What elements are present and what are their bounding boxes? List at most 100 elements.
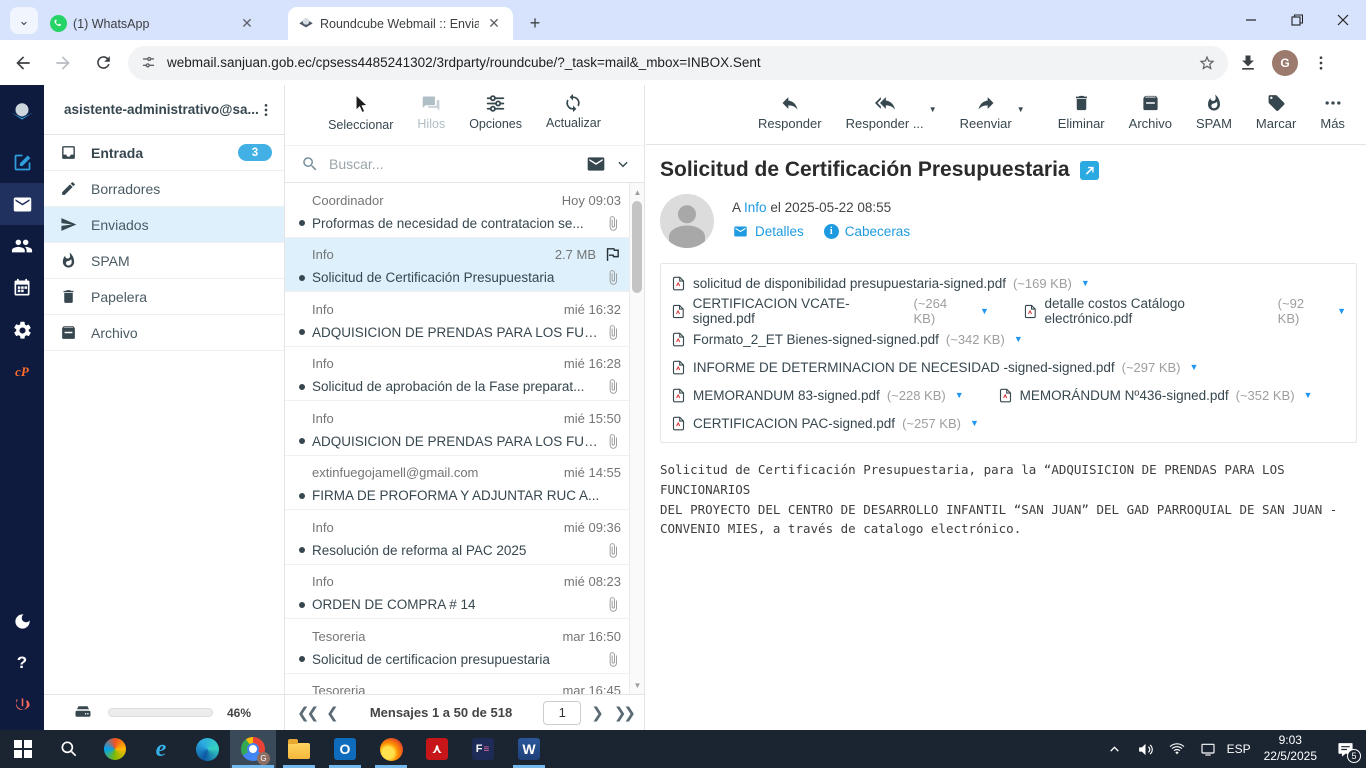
reply-all-caret-icon[interactable]: ▼	[929, 105, 937, 114]
account-menu-icon[interactable]	[258, 102, 274, 118]
message-row[interactable]: Infomié 08:23 ORDEN DE COMPRA # 14	[285, 565, 629, 620]
recipient-link[interactable]: Info	[744, 200, 767, 215]
firefox-icon[interactable]	[368, 730, 414, 768]
restore-button[interactable]	[1274, 0, 1320, 40]
list-scrollbar[interactable]: ▲ ▼	[629, 183, 644, 694]
minimize-button[interactable]	[1228, 0, 1274, 40]
forward-caret-icon[interactable]: ▼	[1017, 105, 1025, 114]
attachment-menu-caret[interactable]: ▼	[1304, 390, 1313, 400]
message-row[interactable]: Infomié 16:28 Solicitud de aprobación de…	[285, 347, 629, 402]
threads-button[interactable]: Hilos	[417, 93, 445, 131]
address-bar[interactable]: webmail.sanjuan.gob.ec/cpsess4485241302/…	[128, 46, 1228, 80]
dark-mode-button[interactable]	[0, 600, 44, 642]
taskbar-clock[interactable]: 9:03 22/5/2025	[1258, 733, 1323, 764]
folder-trash[interactable]: Papelera	[44, 279, 284, 315]
message-row[interactable]: Tesoreriamar 16:45	[285, 674, 629, 695]
tab-whatsapp[interactable]: (1) WhatsApp ✕	[40, 7, 266, 40]
message-row[interactable]: Infomié 09:36 Resolución de reforma al P…	[285, 510, 629, 565]
more-button[interactable]: Más	[1320, 93, 1345, 131]
cpanel-nav-button[interactable]: cP	[0, 351, 44, 393]
tray-chevron-icon[interactable]	[1103, 734, 1127, 764]
tab-list-chevron-button[interactable]: ⌄	[10, 7, 38, 34]
forward-button[interactable]: Reenviar ▼	[960, 93, 1012, 131]
attachment-menu-caret[interactable]: ▼	[980, 306, 989, 316]
cast-screen-icon[interactable]	[1196, 734, 1220, 764]
spam-button[interactable]: SPAM	[1196, 93, 1232, 131]
close-window-button[interactable]	[1320, 0, 1366, 40]
first-page-button[interactable]: ❮❮	[297, 704, 316, 722]
attachment-menu-caret[interactable]: ▼	[955, 390, 964, 400]
message-row[interactable]: Infomié 15:50 ADQUISICION DE PRENDAS PAR…	[285, 401, 629, 456]
mark-button[interactable]: Marcar	[1256, 93, 1296, 131]
folder-drafts[interactable]: Borradores	[44, 171, 284, 207]
folder-archive[interactable]: Archivo	[44, 315, 284, 351]
message-row[interactable]: extinfuegojamell@gmail.commié 14:55 FIRM…	[285, 456, 629, 511]
prev-page-button[interactable]: ❮	[326, 704, 339, 722]
attachment-menu-caret[interactable]: ▼	[1014, 334, 1023, 344]
new-tab-button[interactable]: +	[522, 10, 548, 36]
attachment-item[interactable]: solicitud de disponibilidad presupuestar…	[671, 275, 1090, 292]
downloads-icon[interactable]	[1238, 53, 1258, 73]
profile-avatar[interactable]: G	[1272, 50, 1298, 76]
scroll-up-icon[interactable]: ▲	[630, 185, 645, 199]
attachment-menu-caret[interactable]: ▼	[1190, 362, 1199, 372]
page-number-input[interactable]	[543, 701, 581, 725]
delete-button[interactable]: Eliminar	[1058, 93, 1105, 131]
reload-button[interactable]	[86, 46, 120, 80]
back-button[interactable]	[6, 46, 40, 80]
open-in-new-window-icon[interactable]	[1080, 161, 1099, 180]
file-explorer-icon[interactable]	[276, 730, 322, 768]
archive-button[interactable]: Archivo	[1129, 93, 1172, 131]
word-icon[interactable]: W	[506, 730, 552, 768]
scroll-down-icon[interactable]: ▼	[630, 678, 645, 692]
attachment-item[interactable]: MEMORANDUM 83-signed.pdf (~228 KB) ▼	[671, 387, 964, 404]
attachment-menu-caret[interactable]: ▼	[970, 418, 979, 428]
folder-spam[interactable]: SPAM	[44, 243, 284, 279]
reply-all-button[interactable]: Responder ... ▼	[846, 93, 924, 131]
refresh-button[interactable]: Actualizar	[546, 93, 601, 130]
attachment-menu-caret[interactable]: ▼	[1337, 306, 1346, 316]
compose-button[interactable]	[0, 141, 44, 183]
tab-roundcube[interactable]: Roundcube Webmail :: Enviados ✕	[288, 7, 513, 40]
internet-explorer-icon[interactable]: e	[138, 730, 184, 768]
logout-button[interactable]	[0, 684, 44, 726]
attachment-item[interactable]: Formato_2_ET Bienes-signed-signed.pdf (~…	[671, 331, 1023, 348]
forward-button[interactable]	[46, 46, 80, 80]
attachment-item[interactable]: CERTIFICACION VCATE-signed.pdf (~264 KB)…	[671, 296, 989, 326]
forms-app-icon[interactable]: F≡	[460, 730, 506, 768]
start-button[interactable]	[0, 730, 46, 768]
scrollbar-thumb[interactable]	[632, 201, 642, 293]
volume-icon[interactable]	[1134, 734, 1158, 764]
calendar-nav-button[interactable]	[0, 267, 44, 309]
copilot-icon[interactable]	[92, 730, 138, 768]
taskbar-search-button[interactable]	[46, 730, 92, 768]
attachment-item[interactable]: CERTIFICACION PAC-signed.pdf (~257 KB) ▼	[671, 415, 979, 432]
attachment-item[interactable]: detalle costos Catálogo electrónico.pdf …	[1023, 296, 1346, 326]
options-button[interactable]: Opciones	[469, 93, 522, 131]
roundcube-logo[interactable]	[0, 85, 44, 141]
search-options-chevron-icon[interactable]	[616, 157, 630, 171]
folder-sent[interactable]: Enviados	[44, 207, 284, 243]
search-scope-mail-icon[interactable]	[586, 154, 606, 174]
select-button[interactable]: Seleccionar	[328, 93, 393, 132]
settings-nav-button[interactable]	[0, 309, 44, 351]
tab-close-icon[interactable]: ✕	[238, 15, 256, 33]
message-row[interactable]: Infomié 16:32 ADQUISICION DE PRENDAS PAR…	[285, 292, 629, 347]
message-row-selected[interactable]: Info2.7 MB Solicitud de Certificación Pr…	[285, 238, 629, 293]
attachment-item[interactable]: MEMORÁNDUM Nº436-signed.pdf (~352 KB) ▼	[998, 387, 1313, 404]
browser-menu-icon[interactable]	[1312, 54, 1330, 72]
search-input[interactable]	[329, 156, 586, 172]
folder-inbox[interactable]: Entrada 3	[44, 135, 284, 171]
bookmark-star-icon[interactable]	[1198, 54, 1216, 72]
edge-icon[interactable]	[184, 730, 230, 768]
outlook-icon[interactable]: O	[322, 730, 368, 768]
notification-center-button[interactable]: 5	[1330, 734, 1360, 764]
message-row[interactable]: Tesoreriamar 16:50 Solicitud de certific…	[285, 619, 629, 674]
next-page-button[interactable]: ❯	[591, 704, 604, 722]
message-row[interactable]: CoordinadorHoy 09:03 Proformas de necesi…	[285, 183, 629, 238]
chrome-taskbar-icon[interactable]: G	[230, 730, 276, 768]
help-button[interactable]: ?	[0, 642, 44, 684]
contacts-nav-button[interactable]	[0, 225, 44, 267]
last-page-button[interactable]: ❯❯	[614, 704, 633, 722]
reply-button[interactable]: Responder	[758, 93, 822, 131]
